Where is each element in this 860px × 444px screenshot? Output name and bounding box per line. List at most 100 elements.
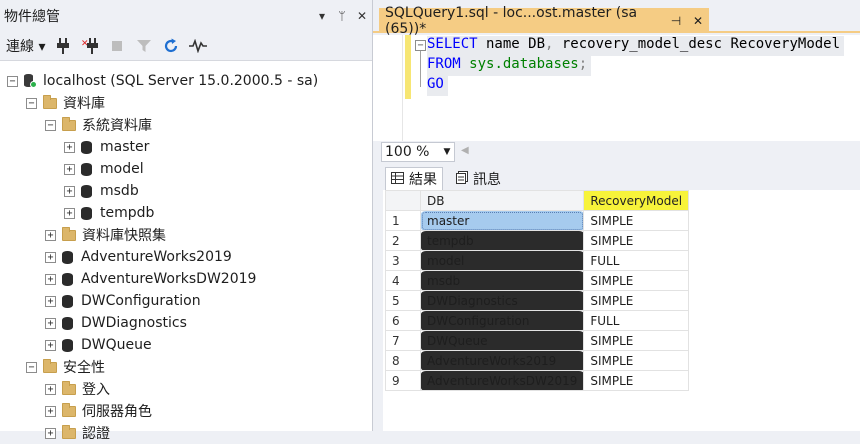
tree-node[interactable]: − 安全性: [26, 356, 105, 378]
expand-icon[interactable]: +: [45, 251, 56, 263]
tab-results[interactable]: 結果: [385, 167, 443, 190]
row-number-cell[interactable]: 6: [385, 310, 421, 331]
db-cell[interactable]: tempdb: [419, 230, 585, 251]
recovery-model-cell[interactable]: SIMPLE: [583, 370, 690, 391]
stop-icon[interactable]: [108, 35, 126, 57]
recovery-model-cell[interactable]: SIMPLE: [583, 290, 690, 311]
db-cell[interactable]: DWQueue: [419, 330, 585, 351]
expand-icon[interactable]: +: [45, 427, 56, 439]
collapse-icon[interactable]: −: [26, 361, 37, 373]
tree-node[interactable]: + DWDiagnostics: [45, 312, 187, 334]
tree-node[interactable]: − 系統資料庫: [45, 114, 152, 136]
expand-icon[interactable]: +: [64, 163, 75, 175]
row-number-cell[interactable]: 7: [385, 330, 421, 351]
activity-monitor-icon[interactable]: [189, 35, 208, 57]
expand-icon[interactable]: +: [64, 185, 75, 197]
expand-icon[interactable]: +: [45, 317, 56, 329]
recovery-model-cell[interactable]: SIMPLE: [583, 270, 690, 291]
db-cell[interactable]: DWConfiguration: [419, 310, 585, 331]
tree-node[interactable]: + 登入: [45, 378, 110, 400]
row-number-cell[interactable]: 5: [385, 290, 421, 311]
row-number-cell[interactable]: 9: [385, 370, 421, 391]
table-row[interactable]: 3 model FULL: [385, 250, 690, 271]
db-cell[interactable]: model: [419, 250, 585, 271]
expand-icon[interactable]: +: [45, 229, 56, 241]
tree-node[interactable]: + DWQueue: [45, 334, 152, 356]
connect-button[interactable]: 連線 ▾: [6, 35, 45, 57]
scroll-left-icon[interactable]: ◀: [461, 145, 469, 156]
recovery-model-cell[interactable]: SIMPLE: [583, 330, 690, 351]
collapse-icon[interactable]: −: [7, 75, 18, 87]
row-number-header[interactable]: [385, 190, 421, 211]
recovery-model-cell[interactable]: FULL: [583, 310, 690, 331]
expand-icon[interactable]: +: [45, 383, 56, 395]
tree-node-label: 安全性: [63, 360, 105, 376]
tree-node[interactable]: + AdventureWorks2019: [45, 246, 232, 268]
row-number-cell[interactable]: 3: [385, 250, 421, 271]
db-cell[interactable]: msdb: [419, 270, 585, 291]
table-row[interactable]: 2 tempdb SIMPLE: [385, 230, 690, 251]
refresh-icon[interactable]: [162, 35, 180, 57]
table-row[interactable]: 1 master SIMPLE: [385, 210, 690, 231]
table-row[interactable]: 4 msdb SIMPLE: [385, 270, 690, 291]
table-row[interactable]: 8 AdventureWorks2019 SIMPLE: [385, 350, 690, 371]
recovery-model-cell[interactable]: SIMPLE: [583, 350, 690, 371]
db-cell[interactable]: master: [419, 210, 585, 231]
tree-node[interactable]: + 資料庫快照集: [45, 224, 166, 246]
connect-plug-icon[interactable]: [54, 35, 72, 57]
pin-tab-icon[interactable]: ⊣: [665, 14, 687, 28]
table-row[interactable]: 6 DWConfiguration FULL: [385, 310, 690, 331]
code-line-2[interactable]: FROM sys.databases;: [427, 56, 592, 76]
row-number-cell[interactable]: 8: [385, 350, 421, 371]
database-icon: [81, 206, 92, 220]
code-line-1[interactable]: SELECT name DB, recovery_model_desc Reco…: [427, 36, 845, 56]
pin-icon[interactable]: ᛘ: [332, 9, 352, 23]
column-header-db[interactable]: DB: [419, 190, 585, 211]
close-tab-icon[interactable]: ✕: [687, 14, 709, 28]
table-row[interactable]: 7 DWQueue SIMPLE: [385, 330, 690, 351]
tree-node[interactable]: + 伺服器角色: [45, 400, 152, 422]
collapse-icon[interactable]: −: [45, 119, 56, 131]
window-position-dropdown-icon[interactable]: ▾: [312, 9, 332, 23]
tree-node[interactable]: + DWConfiguration: [45, 290, 201, 312]
expand-icon[interactable]: +: [45, 405, 56, 417]
filter-icon[interactable]: [135, 35, 153, 57]
results-grid[interactable]: DB RecoveryModel 1 master SIMPLE 2 tempdb SIM…: [385, 190, 690, 391]
collapse-region-icon[interactable]: −: [415, 40, 426, 51]
row-number-cell[interactable]: 1: [385, 210, 421, 231]
recovery-model-cell[interactable]: FULL: [583, 250, 690, 271]
tree-node[interactable]: + model: [64, 158, 144, 180]
zoom-select[interactable]: 100 % ▼: [381, 142, 455, 162]
code-line-3[interactable]: GO: [427, 76, 448, 96]
expand-icon[interactable]: +: [45, 339, 56, 351]
row-number-cell[interactable]: 2: [385, 230, 421, 251]
chevron-down-icon[interactable]: ▼: [440, 147, 454, 157]
recovery-model-cell[interactable]: SIMPLE: [583, 230, 690, 251]
tree-node[interactable]: + master: [64, 136, 149, 158]
db-cell[interactable]: DWDiagnostics: [419, 290, 585, 311]
row-number-cell[interactable]: 4: [385, 270, 421, 291]
tree-node[interactable]: + 認證: [45, 422, 110, 444]
db-cell[interactable]: AdventureWorksDW2019: [419, 370, 585, 391]
close-icon[interactable]: ✕: [352, 9, 372, 23]
tab-sqlquery1[interactable]: SQLQuery1.sql - loc...ost.master (sa (65…: [379, 5, 709, 37]
tree-node[interactable]: − localhost (SQL Server 15.0.2000.5 - sa): [7, 70, 318, 92]
query-editor[interactable]: − SELECT name DB, recovery_model_desc Re…: [373, 35, 860, 141]
expand-icon[interactable]: +: [45, 273, 56, 285]
tree-node[interactable]: + tempdb: [64, 202, 154, 224]
collapse-icon[interactable]: −: [26, 97, 37, 109]
expand-icon[interactable]: +: [64, 207, 75, 219]
recovery-model-cell[interactable]: SIMPLE: [583, 210, 690, 231]
table-row[interactable]: 9 AdventureWorksDW2019 SIMPLE: [385, 370, 690, 391]
table-row[interactable]: 5 DWDiagnostics SIMPLE: [385, 290, 690, 311]
disconnect-icon[interactable]: ✕: [81, 35, 99, 57]
tree-node[interactable]: + msdb: [64, 180, 139, 202]
expand-icon[interactable]: +: [45, 295, 56, 307]
column-header-recoverymodel[interactable]: RecoveryModel: [583, 190, 690, 211]
tab-messages[interactable]: 訊息: [451, 167, 506, 190]
folder-icon: [62, 380, 76, 395]
tree-node[interactable]: + AdventureWorksDW2019: [45, 268, 256, 290]
expand-icon[interactable]: +: [64, 141, 75, 153]
db-cell[interactable]: AdventureWorks2019: [419, 350, 585, 371]
tree-node[interactable]: − 資料庫: [26, 92, 105, 114]
